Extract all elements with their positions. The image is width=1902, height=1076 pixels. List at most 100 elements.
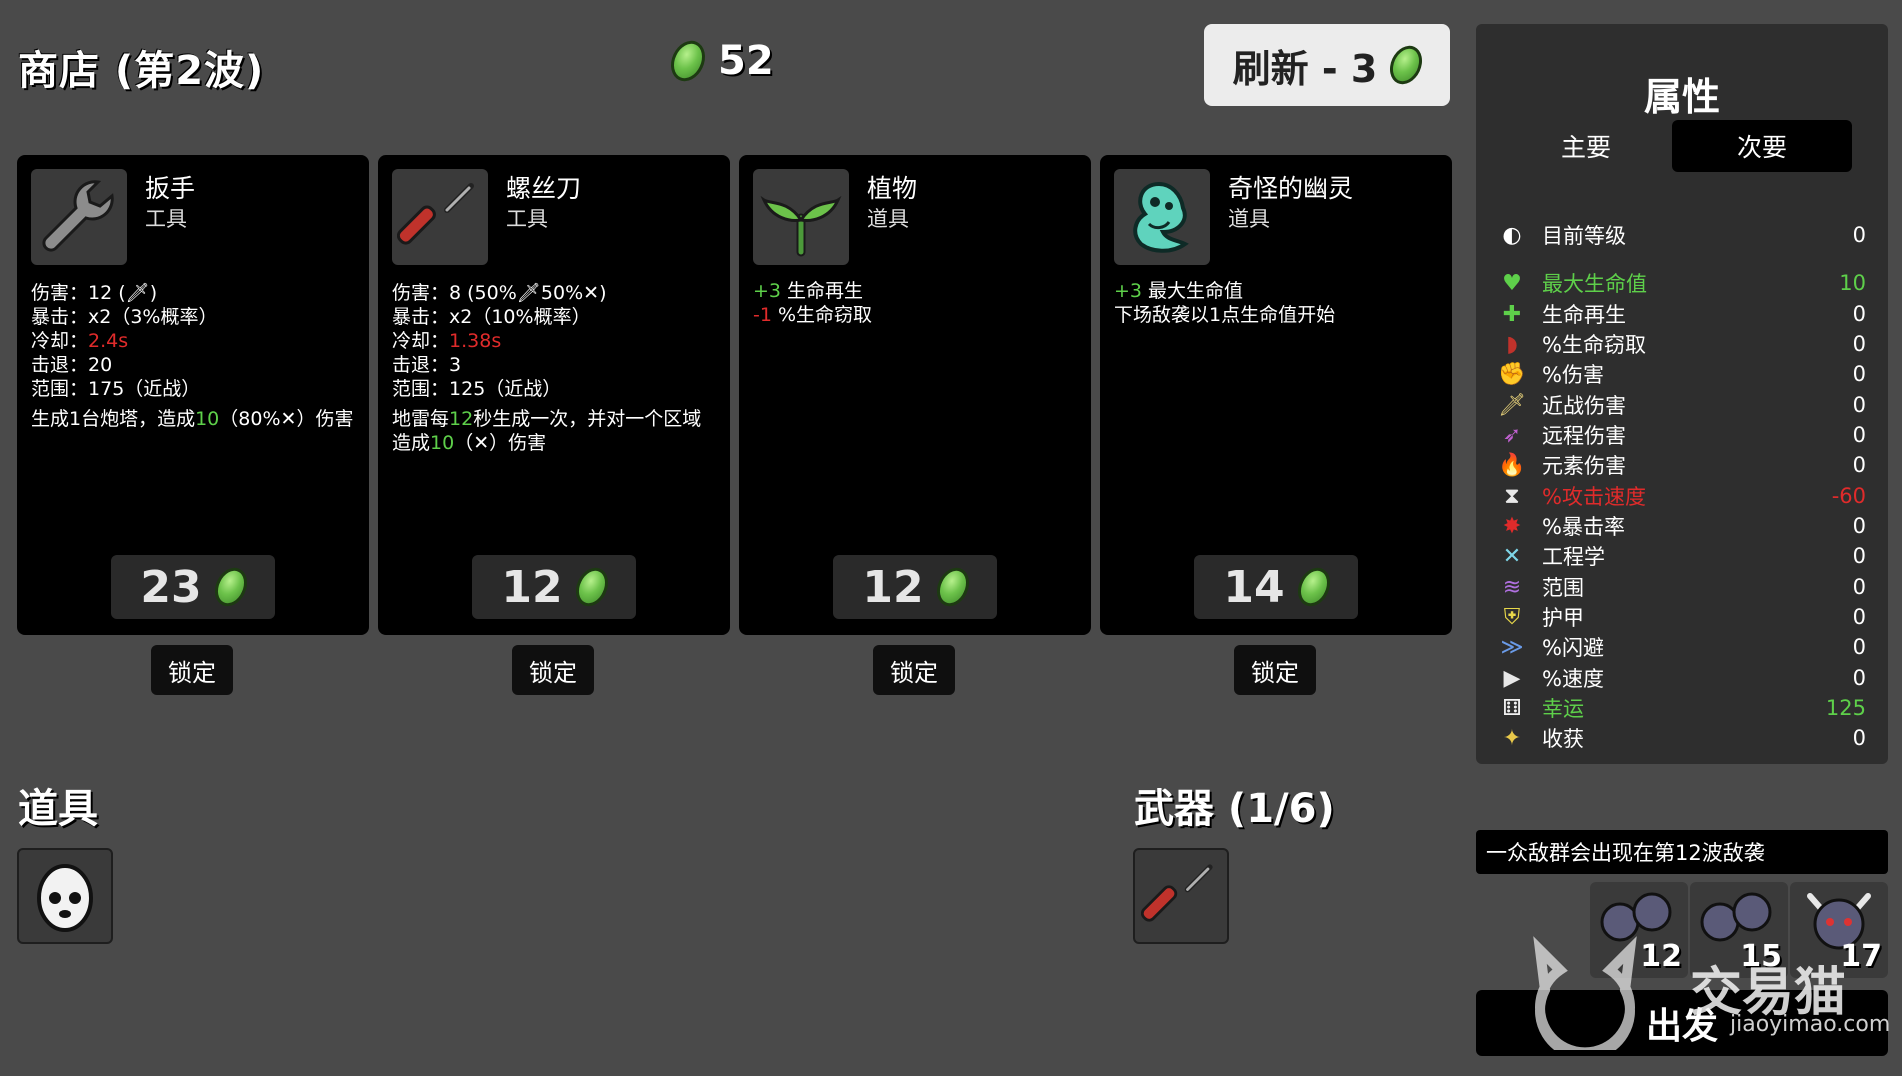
stat-row-elemental[interactable]: 🔥 元素伤害 0 bbox=[1496, 450, 1866, 480]
items-section-title: 道具 bbox=[18, 786, 98, 832]
engineering-icon: ✕ bbox=[280, 408, 297, 430]
stat-row-crit[interactable]: ✸ %暴击率 0 bbox=[1496, 511, 1866, 541]
screwdriver-icon bbox=[392, 169, 488, 265]
item-stats: 伤害：8 (50%🗡50%✕) 暴击：x2（10%概率） 冷却：1.38s 击退… bbox=[392, 281, 716, 455]
enemy-wave-label: 12 bbox=[1640, 939, 1682, 974]
stat-row-range[interactable]: ≋ 范围 0 bbox=[1496, 572, 1866, 602]
stat-value: 0 bbox=[1852, 635, 1866, 659]
coin-icon bbox=[208, 562, 253, 612]
buy-price-button[interactable]: 14 bbox=[1194, 555, 1358, 619]
lock-button[interactable]: 锁定 bbox=[151, 645, 233, 695]
stat-row-level[interactable]: ◐ 目前等级 0 bbox=[1496, 220, 1866, 250]
stat-value: 0 bbox=[1852, 575, 1866, 599]
weapon-slot[interactable] bbox=[1133, 848, 1229, 944]
stat-row-engineering[interactable]: ✕ 工程学 0 bbox=[1496, 541, 1866, 571]
luck-icon: ⚅ bbox=[1502, 695, 1522, 721]
stat-label: 生命再生 bbox=[1542, 303, 1626, 327]
stat-row-dodge[interactable]: ≫ %闪避 0 bbox=[1496, 632, 1866, 662]
melee-icon: 🗡 bbox=[125, 282, 150, 304]
stat-value: 0 bbox=[1852, 423, 1866, 447]
tab-primary[interactable]: 主要 bbox=[1496, 120, 1676, 172]
stats-panel-title: 属性 bbox=[1643, 75, 1720, 119]
item-description: 地雷每12秒生成一次，并对一个区域造成10（✕）伤害 bbox=[392, 408, 702, 454]
item-type: 工具 bbox=[506, 207, 548, 231]
level-icon: ◐ bbox=[1502, 222, 1522, 248]
stat-value: 0 bbox=[1852, 223, 1866, 247]
stat-value: 0 bbox=[1852, 666, 1866, 690]
item-stats: 伤害：12 (🗡) 暴击：x2（3%概率） 冷却：2.4s 击退：20 范围：1… bbox=[31, 282, 354, 430]
stat-value: 0 bbox=[1852, 514, 1866, 538]
stat-value: -60 bbox=[1831, 484, 1866, 508]
watermark-url: jiaoyimao.com bbox=[1730, 1012, 1891, 1037]
shop-title: 商店 (第2波) bbox=[18, 48, 265, 94]
stat-label: 范围 bbox=[1542, 576, 1584, 600]
stat-row-ranged[interactable]: ➶ 远程伤害 0 bbox=[1496, 420, 1866, 450]
item-name: 扳手 bbox=[145, 174, 196, 203]
stat-row-harvest[interactable]: ✦ 收获 0 bbox=[1496, 723, 1866, 753]
stat-row-hourglass[interactable]: ⧗ %攻击速度 -60 bbox=[1496, 481, 1866, 511]
stats-panel: 属性 主要 次要 ◐ 目前等级 0 ♥ 最大生命值 10 ✚ 生命再生 0 ◗ %生命窃取 0 ✊ %伤害… bbox=[1476, 24, 1888, 764]
stat-row-speed[interactable]: ▶ %速度 0 bbox=[1496, 663, 1866, 693]
stat-label: %速度 bbox=[1542, 667, 1604, 691]
shop-card-weird-ghost[interactable]: 奇怪的幽灵 道具 +3 最大生命值 下场敌袭以1点生命值开始 14 bbox=[1100, 155, 1452, 635]
range-icon: ≋ bbox=[1502, 574, 1522, 600]
coin-icon bbox=[1384, 40, 1429, 90]
buy-price-button[interactable]: 23 bbox=[111, 555, 275, 619]
refresh-button[interactable]: 刷新 - 3 bbox=[1204, 24, 1450, 106]
shop-card-wrench[interactable]: 扳手 工具 伤害：12 (🗡) 暴击：x2（3%概率） 冷却：2.4s 击退：2… bbox=[17, 155, 369, 635]
stat-label: %暴击率 bbox=[1542, 515, 1625, 539]
armor-icon: ⛨ bbox=[1503, 604, 1521, 630]
tab-secondary[interactable]: 次要 bbox=[1672, 120, 1852, 172]
item-type: 道具 bbox=[1228, 207, 1270, 231]
stat-row-melee[interactable]: 🗡 近战伤害 0 bbox=[1496, 390, 1866, 420]
stat-row-damage[interactable]: ✊ %伤害 0 bbox=[1496, 359, 1866, 389]
stat-label: 目前等级 bbox=[1542, 224, 1626, 248]
dodge-icon: ≫ bbox=[1500, 634, 1524, 660]
ghost-icon bbox=[1114, 169, 1210, 265]
stat-row-heart[interactable]: ♥ 最大生命值 10 bbox=[1496, 268, 1866, 298]
coin-icon bbox=[1291, 562, 1336, 612]
engineering-icon: ✕ bbox=[583, 282, 600, 304]
elemental-icon: 🔥 bbox=[1498, 452, 1526, 478]
shop-card-plant[interactable]: 植物 道具 +3 生命再生 -1 %生命窃取 12 bbox=[739, 155, 1091, 635]
buy-price-button[interactable]: 12 bbox=[472, 555, 636, 619]
stat-label: %生命窃取 bbox=[1542, 333, 1646, 357]
stat-value: 0 bbox=[1852, 362, 1866, 386]
heart-icon: ♥ bbox=[1502, 270, 1522, 296]
stat-row-armor[interactable]: ⛨ 护甲 0 bbox=[1496, 602, 1866, 632]
item-slot[interactable] bbox=[17, 848, 113, 944]
stat-label: 幸运 bbox=[1542, 697, 1584, 721]
shop-card-screwdriver[interactable]: 螺丝刀 工具 伤害：8 (50%🗡50%✕) 暴击：x2（10%概率） 冷却：1… bbox=[378, 155, 730, 635]
stat-row-luck[interactable]: ⚅ 幸运 125 bbox=[1496, 693, 1866, 723]
item-type: 工具 bbox=[145, 207, 187, 231]
stat-row-regen[interactable]: ✚ 生命再生 0 bbox=[1496, 299, 1866, 329]
money-display: 52 bbox=[664, 35, 774, 87]
money-amount: 52 bbox=[718, 38, 774, 84]
stat-label: 护甲 bbox=[1542, 606, 1584, 630]
stat-label: 元素伤害 bbox=[1542, 454, 1626, 478]
lock-button[interactable]: 锁定 bbox=[1234, 645, 1316, 695]
stat-value: 10 bbox=[1839, 271, 1866, 295]
stat-value: 0 bbox=[1852, 726, 1866, 750]
coin-icon bbox=[664, 35, 712, 87]
coin-icon bbox=[930, 562, 975, 612]
regen-icon: ✚ bbox=[1502, 301, 1522, 327]
stat-row-lifesteal[interactable]: ◗ %生命窃取 0 bbox=[1496, 329, 1866, 359]
enemy-wave-label: 17 bbox=[1840, 939, 1882, 974]
stat-label: %伤害 bbox=[1542, 363, 1604, 387]
stat-label: 远程伤害 bbox=[1542, 424, 1626, 448]
hourglass-icon: ⧗ bbox=[1504, 483, 1520, 509]
stat-value: 0 bbox=[1852, 453, 1866, 477]
buy-price-button[interactable]: 12 bbox=[833, 555, 997, 619]
stat-value: 0 bbox=[1852, 332, 1866, 356]
refresh-label: 刷新 - 3 bbox=[1232, 46, 1378, 91]
stat-label: 近战伤害 bbox=[1542, 394, 1626, 418]
stat-label: 收获 bbox=[1542, 727, 1584, 751]
lock-button[interactable]: 锁定 bbox=[873, 645, 955, 695]
item-stats: +3 生命再生 -1 %生命窃取 bbox=[753, 280, 873, 326]
harvest-icon: ✦ bbox=[1502, 725, 1522, 751]
item-description: 生成1台炮塔，造成10（80%✕）伤害 bbox=[31, 408, 354, 430]
stat-value: 0 bbox=[1852, 605, 1866, 629]
lock-button[interactable]: 锁定 bbox=[512, 645, 594, 695]
stat-label: %闪避 bbox=[1542, 636, 1604, 660]
